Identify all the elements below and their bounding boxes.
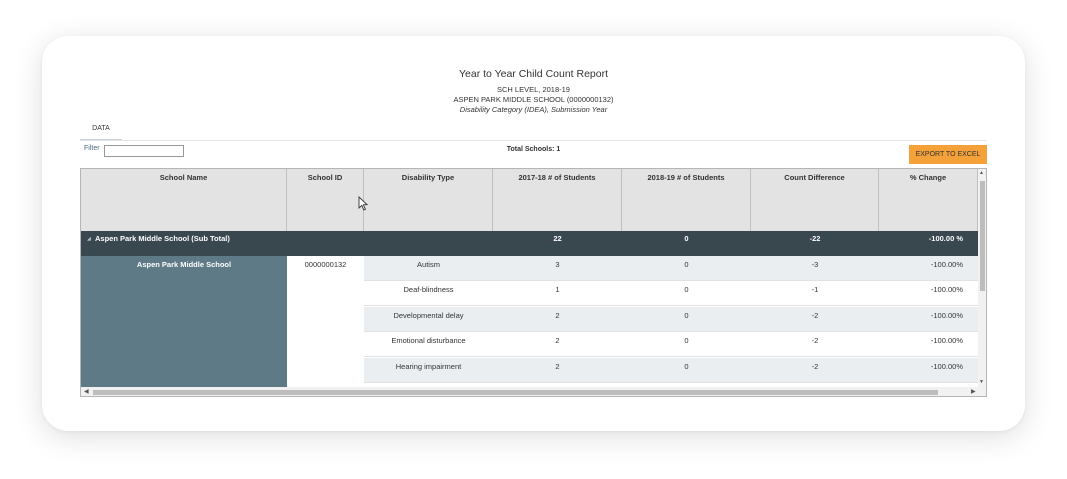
school-name-cell: Aspen Park Middle School xyxy=(81,256,287,396)
column-header-2017-18[interactable]: 2017-18 # of Students xyxy=(493,169,622,231)
disability-type: Autism xyxy=(417,260,440,269)
count-2017-18: 2 xyxy=(555,311,560,320)
vertical-scrollbar-thumb[interactable] xyxy=(980,181,985,291)
disability-type: Hearing impairment xyxy=(395,362,462,371)
column-header-label: % Change xyxy=(909,173,947,182)
report-level: SCH LEVEL, 2018-19 xyxy=(497,85,570,94)
count-2017-18: 2 xyxy=(555,336,560,345)
column-header-label: School ID xyxy=(307,173,343,182)
column-header-school-id[interactable]: School ID xyxy=(287,169,364,231)
column-header-label: School Name xyxy=(159,173,208,182)
disability-type: Deaf-blindness xyxy=(403,285,454,294)
count-2018-19: 0 xyxy=(684,336,689,345)
disability-type: Emotional disturbance xyxy=(391,336,466,345)
report-grouping: Disability Category (IDEA), Submission Y… xyxy=(459,105,608,114)
scroll-up-arrow-icon[interactable]: ▲ xyxy=(979,170,984,176)
export-to-excel-button[interactable]: EXPORT TO EXCEL xyxy=(909,145,987,164)
scroll-left-arrow-icon[interactable]: ◀ xyxy=(84,388,89,395)
count-2018-19: 0 xyxy=(684,362,689,371)
table-row[interactable]: Emotional disturbance 2 0 -2 -100.00% xyxy=(364,332,978,357)
column-header-label: Disability Type xyxy=(401,173,455,182)
report-school: ASPEN PARK MIDDLE SCHOOL (0000000132) xyxy=(453,95,614,104)
column-header-label: 2018-19 # of Students xyxy=(647,173,725,182)
column-header-pct-change[interactable]: % Change xyxy=(879,169,978,231)
subtotal-row[interactable]: ◢ Aspen Park Middle School (Sub Total) 2… xyxy=(81,231,978,256)
scroll-right-arrow-icon[interactable]: ▶ xyxy=(971,388,976,395)
table-row[interactable]: Autism 3 0 -3 -100.00% xyxy=(364,256,978,281)
count-difference: -1 xyxy=(811,285,819,294)
count-difference: -2 xyxy=(811,311,819,320)
count-2018-19: 0 xyxy=(684,311,689,320)
count-2018-19: 0 xyxy=(684,260,689,269)
subtotal-pct-change: -100.00 % xyxy=(928,234,963,243)
subtotal-count-difference: -22 xyxy=(809,234,821,243)
table-row[interactable]: Deaf-blindness 1 0 -1 -100.00% xyxy=(364,281,978,306)
table-row[interactable]: Developmental delay 2 0 -2 -100.00% xyxy=(364,307,978,332)
table-row[interactable]: Hearing impairment 2 0 -2 -100.00% xyxy=(364,358,978,383)
count-2017-18: 2 xyxy=(555,362,560,371)
count-difference: -2 xyxy=(811,336,819,345)
count-2018-19: 0 xyxy=(684,285,689,294)
pct-change: -100.00% xyxy=(930,311,963,320)
mouse-pointer-icon xyxy=(358,196,368,211)
count-difference: -3 xyxy=(811,260,819,269)
column-header-disability-type[interactable]: Disability Type xyxy=(364,169,493,231)
collapse-triangle-icon[interactable]: ◢ xyxy=(87,236,91,242)
subtotal-label: Aspen Park Middle School (Sub Total) xyxy=(95,234,230,243)
pct-change: -100.00% xyxy=(930,336,963,345)
pct-change: -100.00% xyxy=(930,285,963,294)
pct-change: -100.00% xyxy=(930,260,963,269)
scroll-down-arrow-icon[interactable]: ▼ xyxy=(979,379,984,385)
count-2017-18: 3 xyxy=(555,260,560,269)
column-header-school-name[interactable]: School Name xyxy=(81,169,287,231)
horizontal-scrollbar-thumb[interactable] xyxy=(93,390,938,395)
disability-type: Developmental delay xyxy=(393,311,464,320)
report-grid: School Name School ID Disability Type 20… xyxy=(80,168,987,397)
column-header-count-difference[interactable]: Count Difference xyxy=(751,169,879,231)
school-name: Aspen Park Middle School xyxy=(136,260,232,269)
report-title: Year to Year Child Count Report xyxy=(458,68,609,80)
school-id: 0000000132 xyxy=(304,260,347,269)
tab-divider xyxy=(80,140,987,141)
column-header-label: 2017-18 # of Students xyxy=(518,173,596,182)
column-header-2018-19[interactable]: 2018-19 # of Students xyxy=(622,169,751,231)
count-difference: -2 xyxy=(811,362,819,371)
tab-data[interactable]: DATA xyxy=(80,120,122,141)
subtotal-2017-18: 22 xyxy=(553,234,562,243)
count-2017-18: 1 xyxy=(555,285,560,294)
pct-change: -100.00% xyxy=(930,362,963,371)
total-schools: Total Schools: 1 xyxy=(506,146,561,153)
subtotal-2018-19: 0 xyxy=(684,234,689,243)
column-header-label: Count Difference xyxy=(784,173,845,182)
